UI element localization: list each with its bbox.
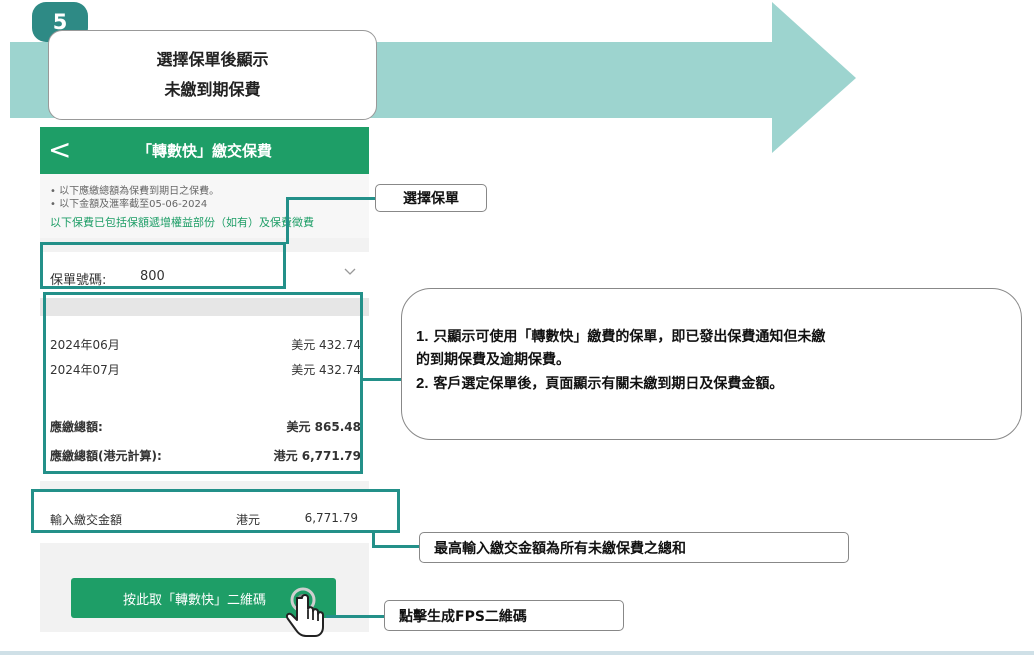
- select-policy-callout: 選擇保單: [375, 184, 487, 212]
- step-title-box: 選擇保單後顯示 未繳到期保費: [48, 30, 377, 120]
- connector-line: [326, 615, 385, 618]
- hand-pointer-icon: [285, 587, 324, 637]
- connector-line: [372, 545, 420, 548]
- note-line-2: • 以下金額及滙率截至05-06-2024: [50, 199, 208, 210]
- connector-line: [286, 197, 376, 200]
- max-input-callout: 最高輸入繳交金額為所有未繳保費之總和: [419, 532, 849, 563]
- amount-input-highlight-frame: [31, 489, 400, 533]
- app-header: < 「轉數快」繳交保費: [40, 127, 369, 174]
- note-green: 以下保費已包括保額遞增權益部份（如有）及保費徵費: [50, 216, 314, 229]
- page-title: 「轉數快」繳交保費: [136, 142, 272, 160]
- premium-list-highlight-frame: [43, 292, 363, 474]
- step-title-line-2: 未繳到期保費: [164, 80, 261, 99]
- explanation-bubble: 1. 只顯示可使用「轉數快」繳費的保單，即已發出保費通知但未繳 的到期保費及逾期…: [401, 288, 1022, 440]
- qr-button-label: 按此取「轉數快」二維碼: [122, 592, 266, 608]
- bottom-rule: [0, 651, 1034, 655]
- explanation-line-3: 2. 客戶選定保單後，頁面顯示有關未繳到期日及保費金額。: [416, 375, 784, 392]
- chevron-down-icon[interactable]: [343, 264, 357, 282]
- connector-line: [286, 197, 289, 244]
- policy-highlight-frame: [40, 242, 286, 289]
- connector-line: [372, 530, 375, 546]
- connector-line: [363, 378, 402, 381]
- explanation-line-2: 的到期保費及逾期保費。: [416, 352, 570, 368]
- explanation-line-1: 1. 只顯示可使用「轉數快」繳費的保單，即已發出保費通知但未繳: [416, 328, 826, 345]
- notes-section: • 以下應繳總額為保費到期日之保費。 • 以下金額及滙率截至05-06-2024…: [40, 174, 369, 238]
- step-title-line-1: 選擇保單後顯示: [156, 50, 269, 69]
- generate-qr-callout: 點擊生成FPS二維碼: [384, 600, 624, 631]
